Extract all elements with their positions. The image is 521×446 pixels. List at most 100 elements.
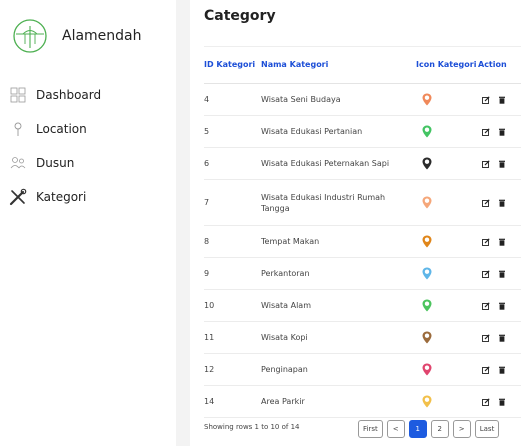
page-last-button[interactable]: Last [474, 420, 500, 438]
location-pin-icon [8, 119, 28, 139]
delete-icon[interactable] [498, 398, 506, 406]
cell-name: Wisata Edukasi Peternakan Sapi [261, 159, 390, 168]
cell-action [478, 269, 521, 278]
edit-icon[interactable] [482, 365, 490, 374]
cell-id: 10 [204, 301, 215, 310]
delete-icon[interactable] [498, 96, 506, 104]
cell-icon [416, 93, 478, 106]
delete-icon[interactable] [498, 366, 506, 374]
dashboard-grid-icon [8, 85, 28, 105]
cell-id: 4 [204, 95, 210, 104]
delete-icon[interactable] [498, 270, 506, 278]
cell-icon [416, 125, 478, 138]
table-row: 6 Wisata Edukasi Peternakan Sapi [204, 148, 521, 180]
cell-icon [416, 363, 478, 376]
cell-action [478, 365, 521, 374]
cell-icon [416, 299, 478, 312]
cell-name: Wisata Kopi [261, 333, 308, 342]
page-prev-button[interactable]: < [386, 420, 405, 438]
header-id: ID Kategori [204, 60, 256, 69]
edit-icon[interactable] [482, 333, 490, 342]
delete-icon[interactable] [498, 128, 506, 136]
table-row: 12 Penginapan [204, 354, 521, 386]
sidebar-item-label: Kategori [36, 190, 87, 204]
brand-logo-icon [13, 19, 47, 53]
edit-icon[interactable] [482, 269, 490, 278]
table-header: ID Kategori Nama Kategori Icon Kategori … [204, 46, 521, 84]
cell-name: Wisata Alam [261, 301, 311, 310]
cell-id: 8 [204, 237, 210, 246]
cell-action [478, 301, 521, 310]
edit-icon[interactable] [482, 198, 490, 207]
delete-icon[interactable] [498, 199, 506, 207]
map-marker-icon [422, 157, 432, 170]
sidebar-item-label: Location [36, 122, 87, 136]
map-marker-icon [422, 93, 432, 106]
table-body: 4 Wisata Seni Budaya 5 Wisata Edukasi Perta… [204, 84, 521, 418]
cell-action [478, 127, 521, 136]
tools-icon [8, 187, 28, 207]
page-title: Category [204, 8, 276, 24]
sidebar-item-kategori[interactable]: Kategori [8, 180, 173, 214]
sidebar-item-location[interactable]: Location [8, 112, 173, 146]
header-icon: Icon Kategori [416, 60, 477, 69]
map-marker-icon [422, 363, 432, 376]
cell-icon [416, 235, 478, 248]
edit-icon[interactable] [482, 301, 490, 310]
map-marker-icon [422, 125, 432, 138]
cell-action [478, 333, 521, 342]
table-row: 9 Perkantoran [204, 258, 521, 290]
edit-icon[interactable] [482, 237, 490, 246]
table-row: 11 Wisata Kopi [204, 322, 521, 354]
cell-icon [416, 196, 478, 209]
map-marker-icon [422, 299, 432, 312]
cell-id: 7 [204, 198, 210, 207]
cell-icon [416, 157, 478, 170]
cell-action [478, 397, 521, 406]
table-row: 8 Tempat Makan [204, 226, 521, 258]
page-next-button[interactable]: > [452, 420, 471, 438]
page-first-button[interactable]: First [358, 420, 383, 438]
sidebar-nav: Dashboard Location Dusun Kategori [8, 78, 173, 214]
cell-name: Wisata Edukasi Industri Rumah Tangga [261, 192, 386, 213]
table-row: 7 Wisata Edukasi Industri Rumah Tangga [204, 180, 521, 226]
header-name: Nama Kategori [261, 60, 329, 69]
cell-id: 5 [204, 127, 210, 136]
cell-icon [416, 267, 478, 280]
category-table: ID Kategori Nama Kategori Icon Kategori … [204, 46, 521, 418]
cell-action [478, 95, 521, 104]
delete-icon[interactable] [498, 334, 506, 342]
brand-name: Alamendah [62, 28, 142, 44]
sidebar-item-label: Dusun [36, 156, 75, 170]
map-marker-icon [422, 235, 432, 248]
page-1-button[interactable]: 1 [408, 420, 427, 438]
edit-icon[interactable] [482, 159, 490, 168]
table-row: 14 Area Parkir [204, 386, 521, 418]
cell-name: Wisata Edukasi Pertanian [261, 127, 363, 136]
map-marker-icon [422, 196, 432, 209]
cell-icon [416, 331, 478, 344]
sidebar: Alamendah Dashboard Location Dusun Kateg… [0, 0, 176, 446]
sidebar-item-dashboard[interactable]: Dashboard [8, 78, 173, 112]
map-marker-icon [422, 267, 432, 280]
cell-id: 11 [204, 333, 215, 342]
brand[interactable]: Alamendah [12, 18, 142, 54]
delete-icon[interactable] [498, 302, 506, 310]
cell-action [478, 159, 521, 168]
sidebar-item-dusun[interactable]: Dusun [8, 146, 173, 180]
cell-name: Penginapan [261, 365, 308, 374]
delete-icon[interactable] [498, 238, 506, 246]
cell-name: Perkantoran [261, 269, 310, 278]
pagination: First < 1 2 > Last [358, 420, 500, 438]
cell-name: Tempat Makan [261, 237, 320, 246]
table-row: 4 Wisata Seni Budaya [204, 84, 521, 116]
cell-action [478, 198, 521, 207]
cell-id: 6 [204, 159, 210, 168]
edit-icon[interactable] [482, 397, 490, 406]
edit-icon[interactable] [482, 127, 490, 136]
page-2-button[interactable]: 2 [430, 420, 449, 438]
cell-name: Area Parkir [261, 397, 305, 406]
people-icon [8, 153, 28, 173]
edit-icon[interactable] [482, 95, 490, 104]
delete-icon[interactable] [498, 160, 506, 168]
